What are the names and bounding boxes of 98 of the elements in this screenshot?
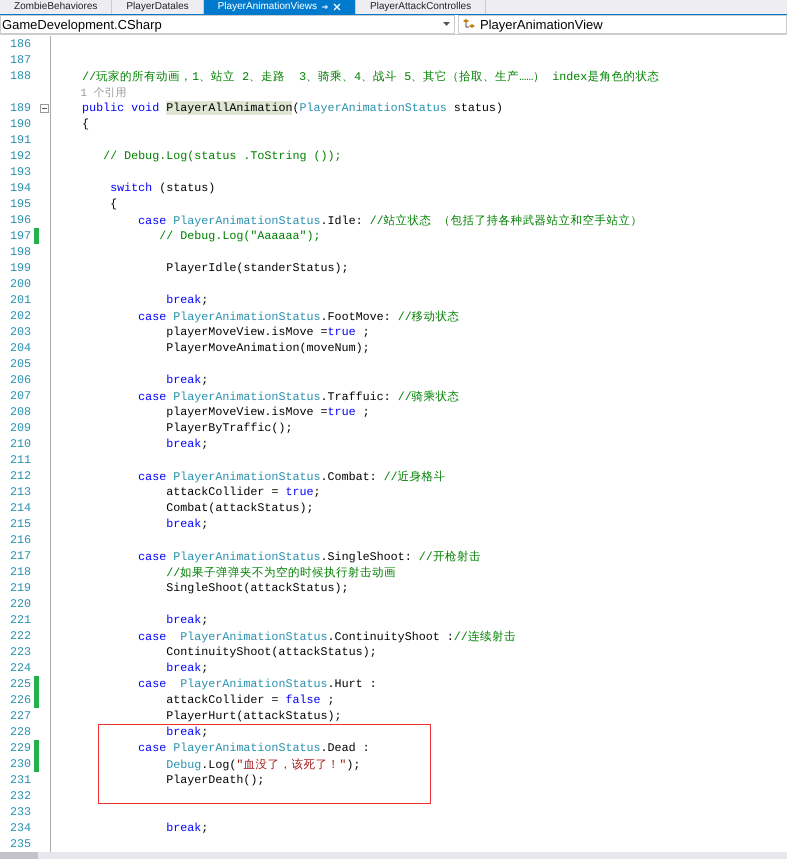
code-line: case PlayerAnimationStatus.ContinuityShoot ://连续射击 <box>137 628 516 644</box>
line-number: 203 <box>8 325 31 339</box>
line-number: 213 <box>8 485 31 499</box>
line-number: 224 <box>8 661 31 675</box>
line-number: 217 <box>8 549 31 563</box>
line-number: 187 <box>8 53 31 67</box>
line-number: 226 <box>8 693 31 707</box>
file-tab[interactable]: PlayerAttackControlles <box>356 0 486 14</box>
code-line: break; <box>165 293 208 307</box>
code-line: // Debug.Log(status .ToString ()); <box>102 149 342 163</box>
line-number: 190 <box>8 117 31 131</box>
line-number: 189 <box>8 101 31 115</box>
code-line: case PlayerAnimationStatus.Combat: //近身格斗 <box>137 468 446 484</box>
code-line: PlayerByTraffic(); <box>165 421 292 435</box>
line-number: 232 <box>8 789 31 803</box>
line-number: 198 <box>8 245 31 259</box>
line-number: 214 <box>8 501 31 515</box>
line-number: 186 <box>8 37 31 51</box>
code-line: PlayerHurt(attackStatus); <box>165 709 342 723</box>
code-line: case PlayerAnimationStatus.SingleShoot: //开枪射击 <box>137 548 481 564</box>
line-number: 201 <box>8 293 31 307</box>
line-number: 195 <box>8 197 31 211</box>
line-number: 188 <box>8 69 31 83</box>
code-line: PlayerIdle(standerStatus); <box>165 261 349 275</box>
line-number: 207 <box>8 389 31 403</box>
code-line: playerMoveView.isMove =true ; <box>165 405 370 419</box>
line-number: 231 <box>8 773 31 787</box>
line-number: 193 <box>8 165 31 179</box>
code-line: playerMoveView.isMove =true ; <box>165 325 370 339</box>
line-number: 221 <box>8 613 31 627</box>
line-number: 235 <box>8 837 31 851</box>
code-line: // Debug.Log("Aaaaaa"); <box>158 229 321 243</box>
line-number: 219 <box>8 581 31 595</box>
line-number: 234 <box>8 821 31 835</box>
line-number: 220 <box>8 597 31 611</box>
line-number: 209 <box>8 421 31 435</box>
class-icon <box>462 18 476 30</box>
code-line: break; <box>165 725 208 739</box>
collapse-icon[interactable] <box>40 104 49 112</box>
line-number: 233 <box>8 805 31 819</box>
line-number: 197 <box>8 229 31 243</box>
line-number: 230 <box>8 757 31 771</box>
code-line: { <box>109 197 118 211</box>
line-number: 194 <box>8 181 31 195</box>
code-line: break; <box>165 821 208 835</box>
code-line: switch (status) <box>109 181 216 195</box>
line-number: 216 <box>8 533 31 547</box>
line-number: 227 <box>8 709 31 723</box>
code-line: //如果子弹弹夹不为空的时候执行射击动画 <box>165 564 396 580</box>
line-number: 229 <box>8 741 31 755</box>
line-number: 205 <box>8 357 31 371</box>
code-line: SingleShoot(attackStatus); <box>165 581 349 595</box>
code-line: attackCollider = true; <box>165 485 321 499</box>
line-number: 218 <box>8 565 31 579</box>
caret-icon <box>443 22 450 26</box>
file-tab[interactable]: ZombieBehaviores <box>0 0 112 14</box>
line-number: 200 <box>8 277 31 291</box>
code-line: case PlayerAnimationStatus.Traffuic: //骑乘状态 <box>137 388 460 404</box>
code-line: break; <box>165 517 208 531</box>
line-number: 210 <box>8 437 31 451</box>
line-number: 228 <box>8 725 31 739</box>
line-number: 206 <box>8 373 31 387</box>
code-line: PlayerDeath(); <box>165 773 264 787</box>
line-number: 211 <box>8 453 31 467</box>
code-line: attackCollider = false ; <box>165 693 335 707</box>
line-number: 222 <box>8 629 31 643</box>
code-line: Combat(attackStatus); <box>165 501 314 515</box>
file-tab[interactable]: PlayerAnimationViews <box>204 0 356 14</box>
code-line: case PlayerAnimationStatus.FootMove: //移动状态 <box>137 308 460 324</box>
project-dropdown[interactable]: GameDevelopment.CSharp <box>0 14 455 34</box>
line-number: 223 <box>8 645 31 659</box>
code-line: ContinuityShoot(attackStatus); <box>165 645 377 659</box>
code-line: case PlayerAnimationStatus.Dead : <box>137 741 370 755</box>
line-number: 192 <box>8 149 31 163</box>
line-number: 225 <box>8 677 31 691</box>
line-number: 212 <box>8 469 31 483</box>
line-number: 196 <box>8 213 31 227</box>
code-line: //玩家的所有动画，1、站立 2、走路 3、骑乘、4、战斗 5、其它（拾取、生产……） index是角色的状态 <box>81 68 660 84</box>
line-number: 204 <box>8 341 31 355</box>
code-line: { <box>81 117 90 131</box>
member-dropdown[interactable]: PlayerAnimationView <box>458 14 787 34</box>
close-icon[interactable] <box>332 2 341 11</box>
line-number: 215 <box>8 517 31 531</box>
pin-icon[interactable] <box>320 2 329 11</box>
code-line: public void PlayerAllAnimation(PlayerAnimationStatus status) <box>81 101 503 115</box>
scrollbar-thumb[interactable] <box>0 852 38 859</box>
line-number: 208 <box>8 405 31 419</box>
code-line: case PlayerAnimationStatus.Idle: //站立状态 （包括了持各种武器站立和空手站立） <box>137 212 643 228</box>
code-line: case PlayerAnimationStatus.Hurt : <box>137 677 377 691</box>
code-line: break; <box>165 661 208 675</box>
code-line: break; <box>165 437 208 451</box>
code-line: break; <box>165 373 208 387</box>
line-number: 202 <box>8 309 31 323</box>
code-line: Debug.Log("血没了，该死了！"); <box>165 756 360 772</box>
code-line: PlayerMoveAnimation(moveNum); <box>165 341 370 355</box>
code-line: break; <box>165 613 208 627</box>
line-number: 191 <box>8 133 31 147</box>
line-number: 199 <box>8 261 31 275</box>
